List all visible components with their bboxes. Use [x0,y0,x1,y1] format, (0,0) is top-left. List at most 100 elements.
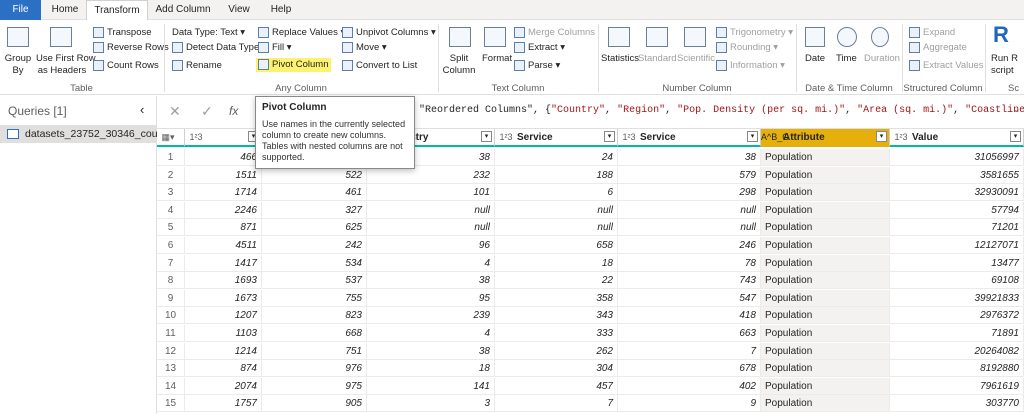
tab-add-column[interactable]: Add Column [152,0,214,20]
date-button[interactable]: Date [805,53,825,65]
table-cell[interactable]: Population [761,201,890,219]
fill-button[interactable]: Fill ▾ [258,42,292,54]
column-header[interactable]: 1²3 Service ▾ [495,129,618,147]
column-filter-icon[interactable]: ▾ [1010,131,1021,142]
row-number[interactable]: 1 [157,149,185,166]
use-first-row-button[interactable]: Use First Row as Headers [36,53,96,77]
table-cell[interactable]: 9 [618,395,761,413]
table-cell[interactable]: 625 [262,219,367,237]
column-filter-icon[interactable]: ▾ [604,131,615,142]
table-cell[interactable]: 1207 [185,307,262,325]
table-cell[interactable]: 7 [618,342,761,360]
table-cell[interactable]: Population [761,289,890,307]
table-cell[interactable]: 1757 [185,395,262,413]
table-cell[interactable]: 579 [618,166,761,184]
table-cell[interactable]: 7 [495,395,618,413]
table-cell[interactable]: 298 [618,184,761,202]
table-cell[interactable]: 4 [367,254,495,272]
extract-values-button[interactable]: Extract Values [909,60,984,72]
data-type-dropdown[interactable]: Data Type: Text ▾ [172,27,245,39]
table-cell[interactable]: 327 [262,201,367,219]
table-cell[interactable]: 743 [618,272,761,290]
expand-button[interactable]: Expand [909,27,955,39]
rename-button[interactable]: Rename [172,60,222,72]
group-by-button[interactable]: Group By [3,53,33,77]
table-cell[interactable]: 246 [618,237,761,254]
table-cell[interactable]: 975 [262,377,367,395]
row-number[interactable]: 9 [157,289,185,307]
row-number[interactable]: 15 [157,395,185,413]
time-button[interactable]: Time [836,53,857,65]
table-cell[interactable]: 668 [262,325,367,342]
duration-button[interactable]: Duration [864,53,900,65]
format-button[interactable]: Format [482,53,512,65]
tab-help[interactable]: Help [264,0,298,20]
replace-values-button[interactable]: Replace Values ▾ [258,27,345,39]
table-cell[interactable]: null [495,219,618,237]
table-cell[interactable]: 20264082 [890,342,1024,360]
table-cell[interactable]: 418 [618,307,761,325]
table-cell[interactable]: 239 [367,307,495,325]
table-cell[interactable]: 457 [495,377,618,395]
merge-columns-button[interactable]: Merge Columns [514,27,595,39]
table-cell[interactable]: 22 [495,272,618,290]
table-cell[interactable]: 95 [367,289,495,307]
convert-to-list-button[interactable]: Convert to List [342,60,417,72]
row-number[interactable]: 8 [157,272,185,290]
tab-view[interactable]: View [222,0,256,20]
table-cell[interactable]: Population [761,377,890,395]
column-header[interactable]: 1²3 ▾ [185,129,262,147]
table-cell[interactable]: 1214 [185,342,262,360]
table-cell[interactable]: Population [761,325,890,342]
table-cell[interactable]: 18 [367,360,495,378]
cancel-icon[interactable]: ✕ [169,103,181,120]
scientific-button[interactable]: Scientific [677,53,715,65]
table-cell[interactable]: 751 [262,342,367,360]
table-cell[interactable]: Population [761,166,890,184]
table-cell[interactable]: 32930091 [890,184,1024,202]
table-cell[interactable]: 358 [495,289,618,307]
row-number[interactable]: 11 [157,325,185,342]
table-cell[interactable]: 874 [185,360,262,378]
table-cell[interactable]: 1714 [185,184,262,202]
confirm-icon[interactable]: ✓ [201,103,213,120]
aggregate-button[interactable]: Aggregate [909,42,967,54]
table-cell[interactable]: 522 [262,166,367,184]
table-cell[interactable]: 232 [367,166,495,184]
column-header[interactable]: 1²3 Service ▾ [618,129,761,147]
column-filter-icon[interactable]: ▾ [747,131,758,142]
collapse-chevron-icon[interactable]: ‹ [140,102,144,117]
table-cell[interactable]: 755 [262,289,367,307]
table-cell[interactable]: 71891 [890,325,1024,342]
tab-home[interactable]: Home [46,0,84,20]
table-cell[interactable]: 18 [495,254,618,272]
table-cell[interactable]: 8192880 [890,360,1024,378]
row-number[interactable]: 10 [157,307,185,325]
table-cell[interactable]: 78 [618,254,761,272]
table-cell[interactable]: 1673 [185,289,262,307]
table-cell[interactable]: 905 [262,395,367,413]
table-cell[interactable]: 57794 [890,201,1024,219]
table-cell[interactable]: Population [761,254,890,272]
table-cell[interactable]: 262 [495,342,618,360]
rounding-button[interactable]: Rounding ▾ [716,42,778,54]
query-item[interactable]: datasets_23752_30346_cou... [0,125,157,143]
table-cell[interactable]: 1693 [185,272,262,290]
trigonometry-button[interactable]: Trigonometry ▾ [716,27,793,39]
table-cell[interactable]: null [367,201,495,219]
table-cell[interactable]: 303770 [890,395,1024,413]
table-cell[interactable]: 12127071 [890,237,1024,254]
table-cell[interactable]: 101 [367,184,495,202]
table-cell[interactable]: 242 [262,237,367,254]
table-cell[interactable]: 2246 [185,201,262,219]
table-cell[interactable]: 871 [185,219,262,237]
run-r-script-button[interactable]: Run R script [991,53,1018,77]
table-cell[interactable]: 547 [618,289,761,307]
table-cell[interactable]: 1511 [185,166,262,184]
table-cell[interactable]: 6 [495,184,618,202]
table-cell[interactable]: 658 [495,237,618,254]
table-cell[interactable]: 1103 [185,325,262,342]
column-header[interactable]: 1²3 Value ▾ [890,129,1024,147]
pivot-column-button[interactable]: Pivot Column [256,58,331,73]
table-cell[interactable]: 188 [495,166,618,184]
